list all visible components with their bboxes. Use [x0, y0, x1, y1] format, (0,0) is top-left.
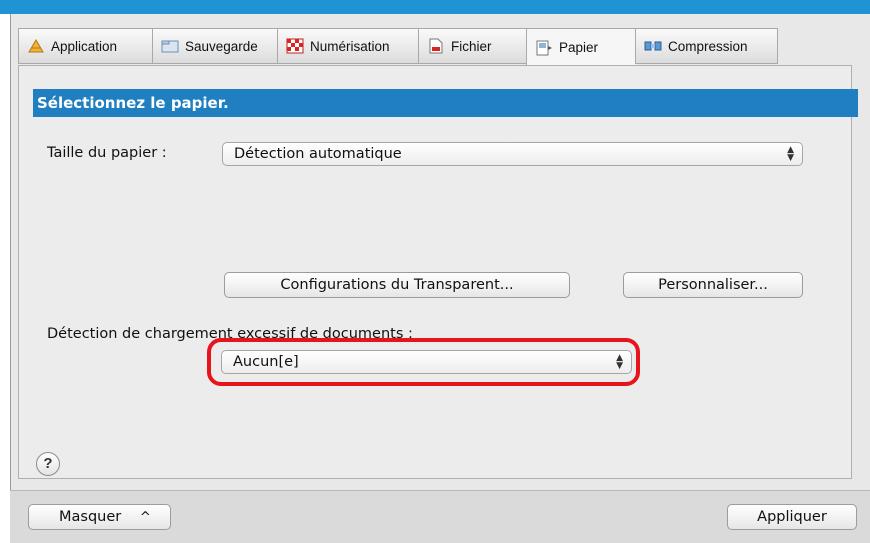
tab-label: Application	[51, 38, 118, 54]
tab-application[interactable]: Application	[18, 28, 152, 64]
stepper-arrows-icon: ▲ ▼	[787, 145, 794, 163]
tab-fichier[interactable]: Fichier	[418, 28, 526, 64]
top-blue-bar	[0, 0, 870, 14]
folder-icon	[161, 38, 179, 54]
paper-size-label: Taille du papier :	[47, 145, 167, 161]
file-icon	[427, 38, 445, 54]
paper-size-select[interactable]: Détection automatique ▲ ▼	[222, 142, 803, 166]
compression-icon	[644, 38, 662, 54]
chevron-up-icon: ^	[139, 510, 151, 525]
paper-size-value: Détection automatique	[234, 146, 402, 162]
tab-compression[interactable]: Compression	[635, 28, 778, 64]
section-title: Sélectionnez le papier.	[33, 89, 858, 117]
tab-label: Numérisation	[310, 38, 390, 54]
help-button[interactable]: ?	[36, 452, 60, 476]
paper-icon	[535, 40, 553, 56]
tab-numerisation[interactable]: Numérisation	[277, 28, 418, 64]
application-icon	[27, 38, 45, 54]
transparent-settings-button[interactable]: Configurations du Transparent...	[224, 272, 570, 298]
tab-label: Papier	[559, 40, 599, 55]
hide-button-label: Masquer	[59, 509, 122, 525]
red-highlight-outline	[207, 338, 640, 386]
customize-button[interactable]: Personnaliser...	[623, 272, 803, 298]
tab-bar: Application Sauvegarde Numérisation Fich…	[18, 28, 778, 66]
scan-icon	[286, 38, 304, 54]
hide-button[interactable]: Masquer ^	[28, 504, 171, 530]
apply-button[interactable]: Appliquer	[727, 504, 857, 530]
tab-sauvegarde[interactable]: Sauvegarde	[152, 28, 277, 64]
tab-label: Sauvegarde	[185, 38, 258, 54]
tab-label: Compression	[668, 38, 748, 54]
tab-label: Fichier	[451, 38, 492, 54]
tab-papier[interactable]: Papier	[526, 28, 635, 66]
